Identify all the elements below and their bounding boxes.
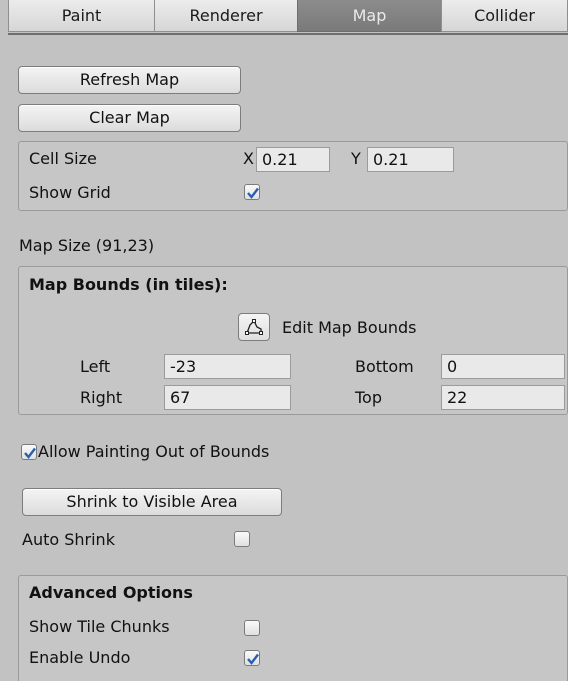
tab-bar: Paint Renderer Map Collider [8,0,568,34]
advanced-options-title: Advanced Options [29,583,193,602]
checkmark-icon [247,653,259,665]
cell-size-x-input[interactable]: 0.21 [256,147,330,172]
y-label: Y [351,149,361,168]
clear-map-button[interactable]: Clear Map [18,104,241,132]
enable-undo-checkbox[interactable] [244,650,260,666]
edit-map-bounds-button[interactable] [238,313,270,341]
show-tile-chunks-label: Show Tile Chunks [29,617,170,636]
bottom-input[interactable]: 0 [441,354,565,379]
cell-size-y-input[interactable]: 0.21 [367,147,454,172]
allow-painting-label: Allow Painting Out of Bounds [38,442,270,461]
show-tile-chunks-checkbox[interactable] [244,620,260,636]
checkmark-icon [24,447,36,459]
top-input[interactable]: 22 [441,385,565,410]
top-label: Top [355,388,382,407]
tab-divider [8,33,568,35]
tab-renderer[interactable]: Renderer [154,0,298,32]
show-grid-checkbox[interactable] [244,184,260,200]
map-bounds-title: Map Bounds (in tiles): [29,275,228,294]
auto-shrink-label: Auto Shrink [22,530,115,549]
left-label: Left [80,357,111,376]
right-input[interactable]: 67 [164,385,291,410]
auto-shrink-checkbox[interactable] [234,531,250,547]
allow-painting-checkbox[interactable] [21,444,37,460]
right-label: Right [80,388,123,407]
show-grid-label: Show Grid [29,183,111,202]
tab-map[interactable]: Map [297,0,442,32]
checkmark-icon [247,187,259,199]
bottom-label: Bottom [355,357,414,376]
edit-map-bounds-label: Edit Map Bounds [282,318,417,337]
left-input[interactable]: -23 [164,354,291,379]
enable-undo-label: Enable Undo [29,648,131,667]
x-label: X [243,149,254,168]
cell-size-label: Cell Size [29,149,97,168]
tab-collider[interactable]: Collider [441,0,568,32]
tab-paint[interactable]: Paint [8,0,155,32]
shrink-to-visible-button[interactable]: Shrink to Visible Area [22,488,282,516]
map-size-text: Map Size (91,23) [19,236,155,255]
polygon-edit-icon [245,319,263,335]
refresh-map-button[interactable]: Refresh Map [18,66,241,94]
